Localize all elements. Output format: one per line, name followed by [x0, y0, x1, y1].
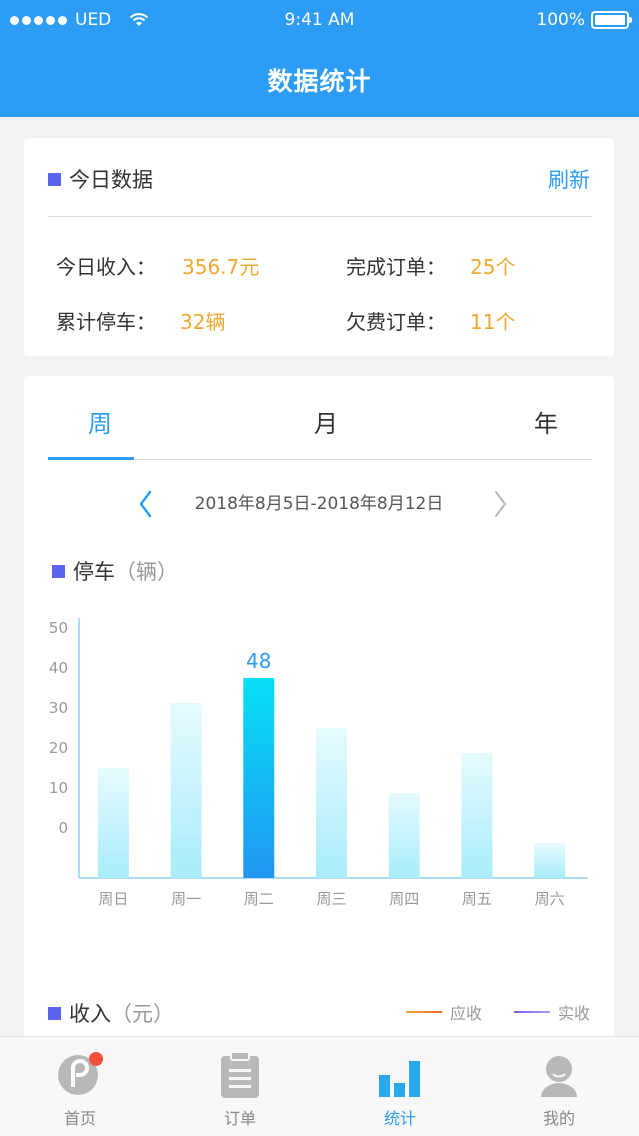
stat-label: 今日收入： — [56, 255, 156, 279]
today-card: 今日数据 刷新 今日收入： 356.7元 完成订单： 25个 累计停车： 32辆… — [24, 138, 614, 356]
tabbar-label: 首页 — [63, 1109, 96, 1128]
stat-label: 完成订单： — [346, 255, 446, 279]
stat-value: 25个 — [470, 255, 516, 279]
y-tick-label: 20 — [49, 739, 68, 757]
tabbar-item-me[interactable]: 我的 — [499, 1037, 619, 1136]
bottom-tab-bar: 首页 订单 统计 我的 — [0, 1036, 639, 1136]
app-header: UED 9:41 AM 100% 数据统计 — [0, 0, 639, 117]
notification-badge — [89, 1052, 103, 1066]
x-tick-label: 周四 — [389, 890, 419, 908]
refresh-button[interactable]: 刷新 — [548, 164, 590, 194]
legend-line-orange — [406, 1011, 442, 1013]
tab-week[interactable]: 周 — [88, 404, 112, 439]
y-tick-label: 0 — [58, 819, 68, 837]
tabbar-label: 我的 — [542, 1109, 575, 1128]
bar-周一[interactable] — [170, 703, 202, 878]
tabbar-item-orders[interactable]: 订单 — [180, 1037, 300, 1136]
bar-周日[interactable] — [97, 768, 129, 878]
stats-card: 周 月 年 2018年8月5日-2018年8月12日 停车 （辆） 50 40 … — [24, 376, 614, 1076]
bar-chart-icon — [379, 1061, 420, 1097]
y-tick-label: 30 — [49, 699, 68, 717]
section-marker-icon — [52, 564, 65, 578]
x-tick-label: 周三 — [316, 890, 346, 908]
legend-receivable: 应收 — [406, 1000, 482, 1024]
parking-bar-chart: 50 40 30 20 10 0 48 周日 周一 周二 周三 周四 周五 周六 — [49, 618, 588, 908]
date-range: 2018年8月5日-2018年8月12日 — [194, 494, 444, 514]
bar-周三[interactable] — [316, 728, 347, 878]
tabbar-label: 统计 — [383, 1109, 416, 1128]
stat-completed: 完成订单： 25个 — [346, 251, 515, 280]
next-week-button[interactable] — [490, 488, 510, 520]
x-tick-label: 周五 — [462, 890, 492, 908]
date-navigator: 2018年8月5日-2018年8月12日 — [24, 488, 614, 520]
divider — [48, 216, 592, 217]
y-tick-label: 10 — [49, 779, 68, 797]
today-title: 今日数据 — [69, 168, 153, 192]
tab-month[interactable]: 月 — [314, 404, 338, 439]
bar-周六[interactable] — [534, 843, 566, 878]
bar-周五[interactable] — [461, 753, 493, 878]
chevron-left-icon — [139, 490, 152, 518]
y-tick-label: 40 — [49, 659, 68, 677]
parking-heading: 停车 （辆） — [52, 556, 178, 586]
section-marker-icon — [48, 172, 61, 186]
parking-title: 停车 — [73, 560, 115, 584]
stat-income: 今日收入： 356.7元 — [56, 251, 259, 280]
stat-parking: 累计停车： 32辆 — [56, 306, 225, 335]
battery-icon — [591, 11, 632, 29]
income-title: 收入 — [69, 1002, 111, 1026]
bar-value-label: 48 — [246, 649, 271, 673]
bar-周四[interactable] — [388, 793, 420, 878]
legend-label: 应收 — [450, 1004, 483, 1023]
income-heading: 收入 （元） — [48, 998, 174, 1028]
parking-unit: （辆） — [115, 560, 178, 584]
bar-周二[interactable] — [243, 678, 275, 878]
tabbar-label: 订单 — [223, 1109, 256, 1128]
y-tick-label: 50 — [49, 619, 68, 637]
today-heading: 今日数据 — [48, 164, 153, 194]
stat-label: 欠费订单： — [346, 310, 446, 334]
parking-p-icon — [58, 1052, 103, 1095]
chevron-right-icon — [495, 491, 507, 517]
status-bar: UED 9:41 AM 100% — [0, 0, 639, 40]
legend-line-purple — [514, 1011, 550, 1013]
period-tabs: 周 月 年 — [48, 376, 592, 460]
legend-received: 实收 — [514, 1000, 590, 1024]
x-tick-label: 周六 — [535, 890, 565, 908]
stat-value: 32辆 — [180, 310, 226, 334]
tabbar-item-stats[interactable]: 统计 — [340, 1037, 460, 1136]
clipboard-icon — [221, 1051, 259, 1098]
stat-value: 356.7元 — [182, 255, 260, 279]
x-tick-label: 周二 — [244, 890, 274, 908]
stat-owed: 欠费订单： 11个 — [346, 306, 515, 335]
stat-label: 累计停车： — [56, 310, 156, 334]
legend-label: 实收 — [558, 1004, 591, 1023]
tab-year[interactable]: 年 — [534, 404, 558, 439]
section-marker-icon — [48, 1006, 61, 1020]
battery-percent: 100% — [536, 10, 585, 30]
page-title: 数据统计 — [267, 67, 372, 96]
x-tick-label: 周一 — [171, 890, 201, 908]
stat-value: 11个 — [470, 310, 516, 334]
user-icon — [541, 1056, 577, 1097]
prev-week-button[interactable] — [136, 488, 156, 520]
x-tick-label: 周日 — [98, 890, 128, 908]
tabbar-item-home[interactable]: 首页 — [20, 1037, 140, 1136]
income-unit: （元） — [111, 1002, 174, 1026]
active-tab-indicator — [48, 457, 134, 460]
